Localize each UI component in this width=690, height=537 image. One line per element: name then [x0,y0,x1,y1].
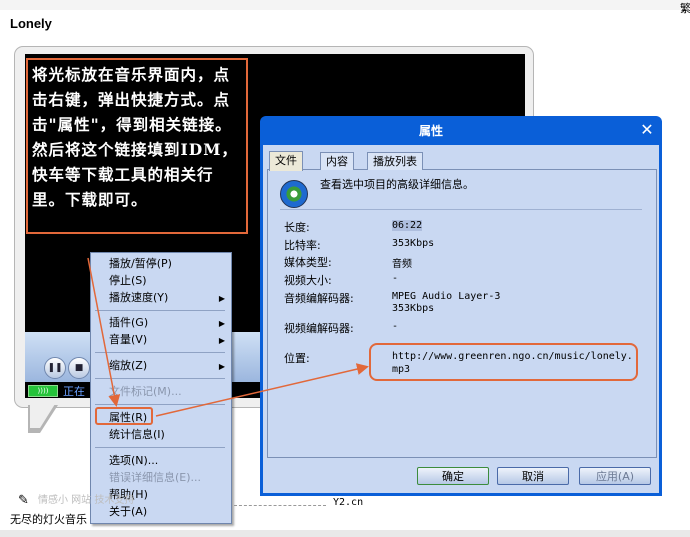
arrow-to-properties [87,257,121,407]
arrow-to-location [155,363,369,417]
dashed-line [234,505,326,506]
footer-text: 无尽的灯火音乐 [10,513,87,526]
faded-footer-text: 情感小 网站 技术支持 [38,495,135,506]
footer-code: Y2.cn [333,497,364,508]
annotation-arrows [87,257,369,417]
pencil-icon: ✎ [18,493,29,508]
bottom-band [0,530,690,537]
